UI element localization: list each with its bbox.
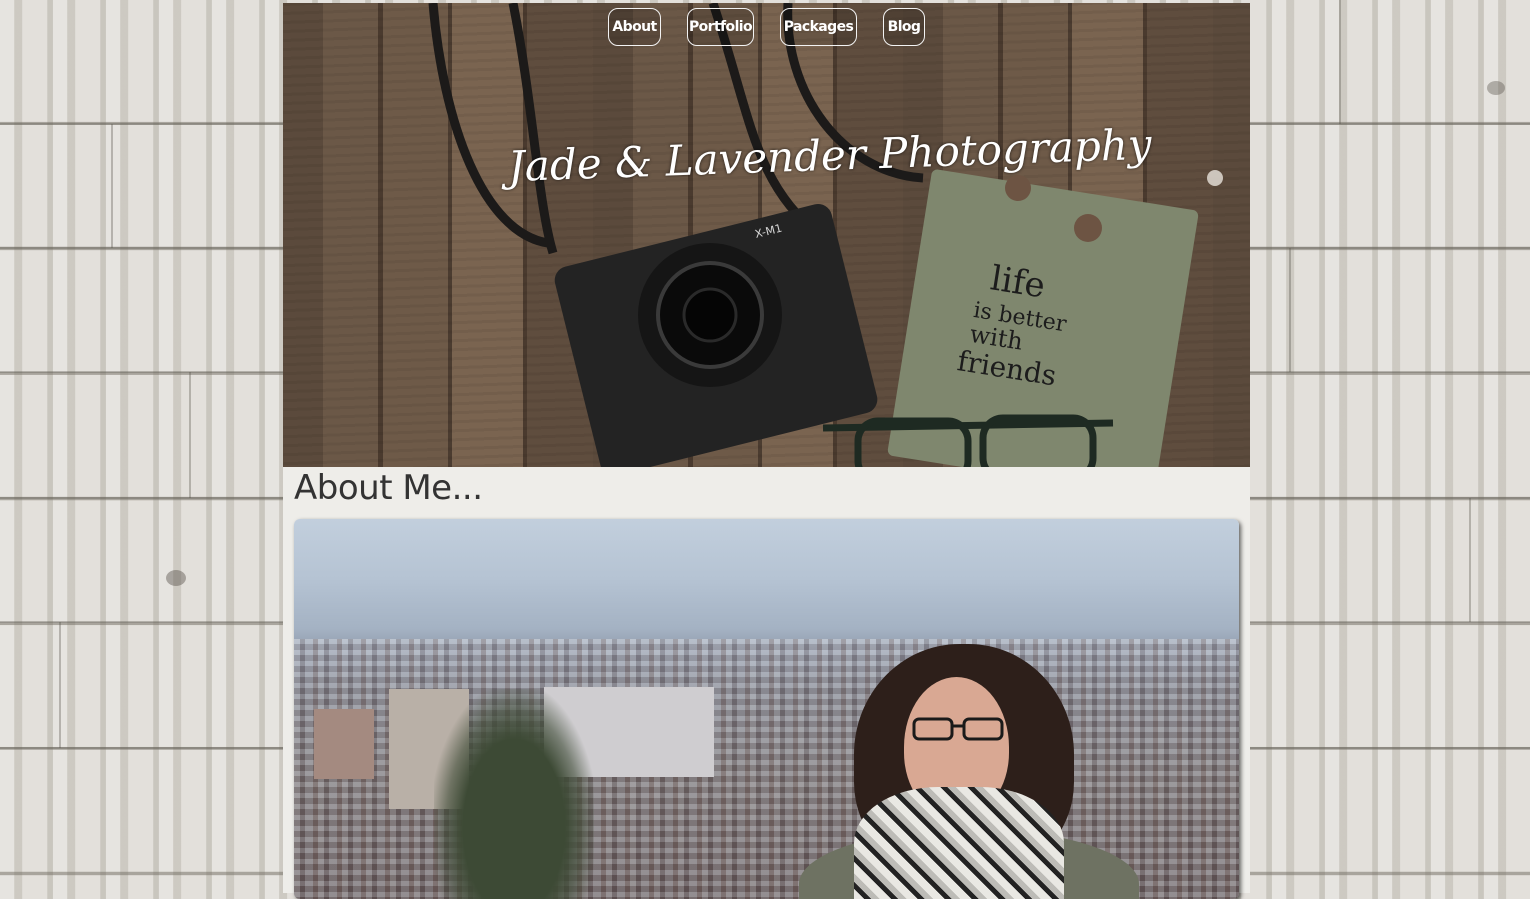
nav-packages-button[interactable]: Packages	[780, 8, 857, 46]
portrait-photo	[294, 519, 1239, 899]
main-nav: About Portfolio Packages Blog	[283, 8, 1250, 48]
page-container: X-M1 life is better with friends About P…	[283, 3, 1250, 899]
nav-about-button[interactable]: About	[608, 8, 661, 46]
nav-blog-button[interactable]: Blog	[883, 8, 925, 46]
about-heading: About Me...	[294, 468, 483, 508]
portrait-glasses	[912, 717, 1004, 741]
nav-portfolio-button[interactable]: Portfolio	[687, 8, 754, 46]
hero-photo: X-M1 life is better with friends	[428, 3, 1223, 467]
hero-banner: X-M1 life is better with friends About P…	[283, 3, 1250, 467]
svg-text:life: life	[988, 258, 1048, 306]
